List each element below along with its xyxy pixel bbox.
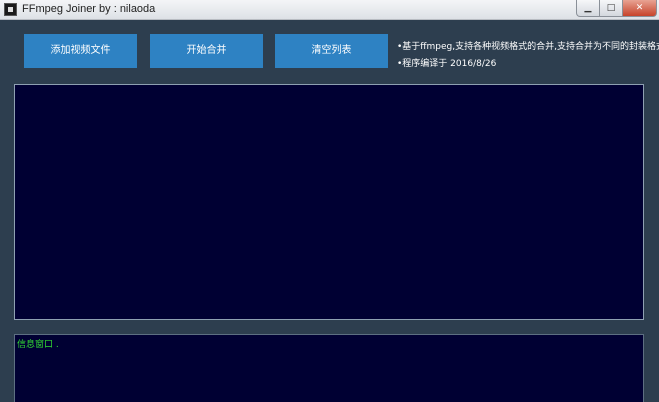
close-button[interactable]: ✕ xyxy=(622,0,657,17)
maximize-button[interactable]: □ xyxy=(599,0,623,17)
window-title: FFmpeg Joiner by : nilaoda xyxy=(22,3,156,15)
info-text-features: •基于ffmpeg,支持各种视频格式的合并,支持合并为不同的封装格式 xyxy=(397,42,659,52)
title-bar: FFmpeg Joiner by : nilaoda ▁ □ ✕ xyxy=(0,0,659,20)
info-text-build-date: •程序编译于 2016/8/26 xyxy=(397,59,497,69)
clear-list-button[interactable]: 清空列表 xyxy=(275,34,388,68)
add-video-file-button[interactable]: 添加视频文件 xyxy=(24,34,137,68)
log-panel-title: 信息窗口 . xyxy=(17,340,59,350)
start-merge-button[interactable]: 开始合并 xyxy=(150,34,263,68)
file-list-panel[interactable] xyxy=(14,84,644,320)
info-log-panel[interactable]: 信息窗口 . xyxy=(14,334,644,402)
app-icon xyxy=(4,3,17,16)
minimize-button[interactable]: ▁ xyxy=(576,0,600,17)
